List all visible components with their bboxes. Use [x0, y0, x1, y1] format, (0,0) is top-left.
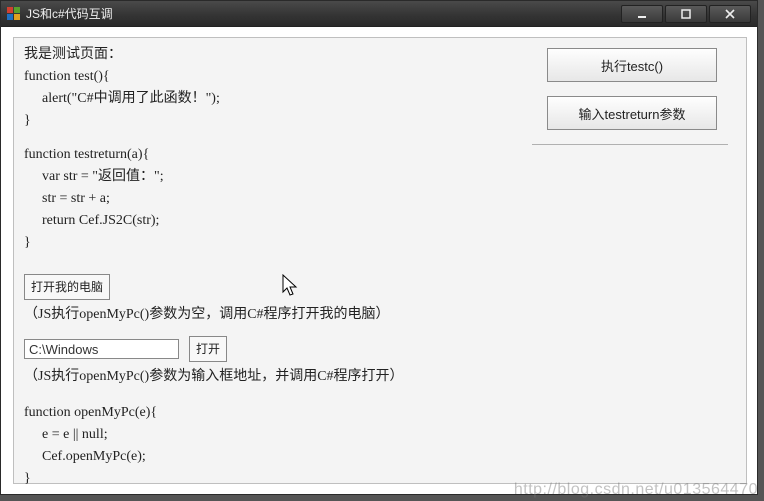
left-column: 我是测试页面： function test(){ alert("C#中调用了此函…: [24, 44, 504, 490]
fn-test-line: function test(){: [24, 66, 504, 88]
fn-openmypc-line: }: [24, 468, 504, 490]
close-button[interactable]: [709, 5, 751, 23]
open-button[interactable]: 打开: [189, 336, 227, 362]
app-icon: [7, 7, 21, 21]
maximize-button[interactable]: [665, 5, 707, 23]
fn-testreturn-line: function testreturn(a){: [24, 144, 504, 166]
client-area: 我是测试页面： function test(){ alert("C#中调用了此函…: [1, 27, 757, 494]
run-testc-button[interactable]: 执行testc(): [547, 48, 717, 82]
watermark-text: http://blog.csdn.net/u013564470: [514, 481, 758, 499]
content-panel: 我是测试页面： function test(){ alert("C#中调用了此函…: [13, 37, 747, 484]
fn-testreturn-line: str = str + a;: [24, 188, 504, 210]
fn-openmypc-line: Cef.openMyPc(e);: [24, 446, 504, 468]
window-title: JS和c#代码互调: [26, 5, 113, 22]
input-testreturn-button[interactable]: 输入testreturn参数: [547, 96, 717, 130]
open-path-desc: （JS执行openMyPc()参数为输入框地址，并调用C#程序打开）: [24, 366, 504, 388]
fn-testreturn-line: var str = "返回值：";: [24, 166, 504, 188]
titlebar: JS和c#代码互调: [1, 1, 757, 27]
divider: [532, 144, 728, 145]
fn-openmypc-line: e = e || null;: [24, 424, 504, 446]
open-my-computer-button[interactable]: 打开我的电脑: [24, 274, 110, 300]
open-my-computer-desc: （JS执行openMyPc()参数为空，调用C#程序打开我的电脑）: [24, 304, 504, 326]
fn-test-line: alert("C#中调用了此函数！");: [24, 88, 504, 110]
page-heading: 我是测试页面：: [24, 44, 504, 66]
fn-test-line: }: [24, 110, 504, 132]
fn-testreturn-line: }: [24, 232, 504, 254]
right-column: 执行testc() 输入testreturn参数: [532, 48, 732, 157]
fn-testreturn-line: return Cef.JS2C(str);: [24, 210, 504, 232]
minimize-button[interactable]: [621, 5, 663, 23]
path-input[interactable]: [24, 339, 179, 359]
open-path-row: 打开: [24, 336, 504, 362]
application-window: JS和c#代码互调 我是测试页面： function test(){ alert…: [0, 0, 758, 495]
fn-openmypc-line: function openMyPc(e){: [24, 402, 504, 424]
window-controls: [621, 5, 751, 23]
